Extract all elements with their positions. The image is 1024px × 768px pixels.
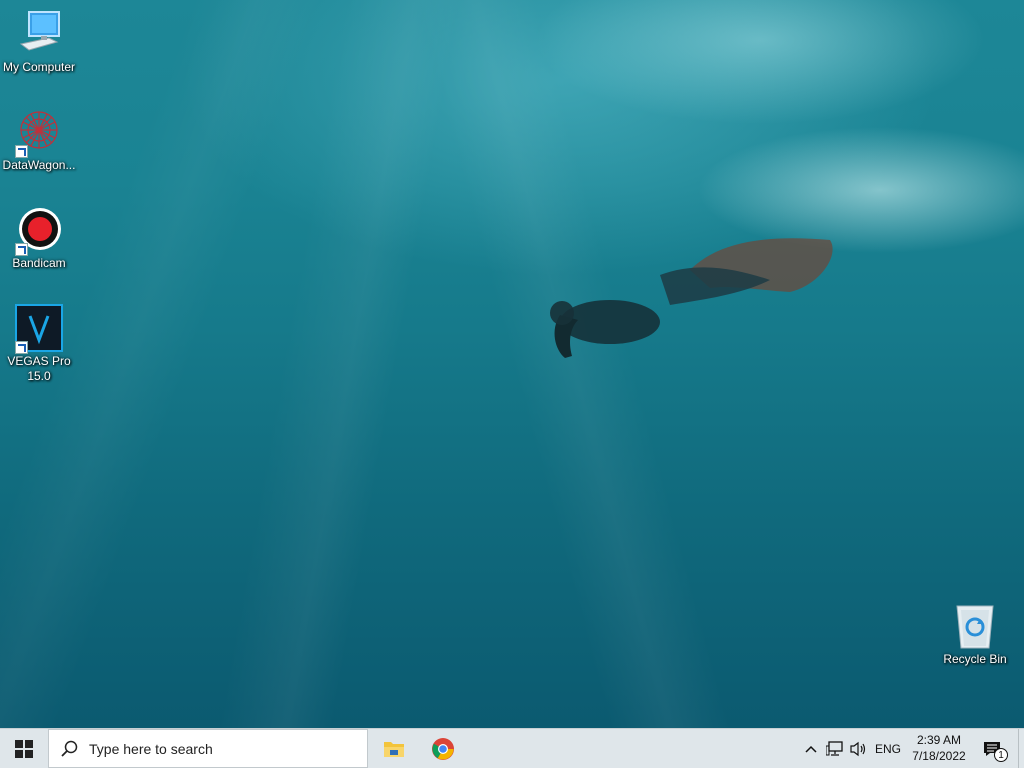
diver-image — [550, 238, 833, 358]
chevron-up-icon — [805, 745, 817, 753]
desktop-icon-my-computer[interactable]: My Computer — [1, 10, 77, 75]
light-rays — [0, 0, 1024, 728]
windows-logo-icon — [15, 739, 33, 758]
taskbar-chrome[interactable] — [419, 729, 467, 768]
show-hidden-icons-button[interactable] — [800, 729, 822, 768]
clock[interactable]: 2:39 AM 7/18/2022 — [906, 732, 972, 764]
show-desktop-button[interactable] — [1018, 729, 1024, 768]
desktop-icon-label: Recycle Bin — [943, 652, 1007, 666]
desktop[interactable]: My Computer DataWagon... Bandicam VEGAS … — [0, 0, 1024, 728]
recycle-bin-icon — [951, 602, 999, 650]
file-explorer-icon — [384, 741, 404, 757]
shortcut-arrow-icon — [15, 341, 28, 354]
desktop-icon-datawagon[interactable]: DataWagon... — [1, 108, 77, 173]
volume-tray-button[interactable] — [848, 729, 870, 768]
bandicam-icon — [15, 206, 63, 256]
action-center-button[interactable]: 1 — [978, 729, 1008, 768]
taskbar: Type here to search ENG 2:39 AM 7/18/202… — [0, 728, 1024, 768]
network-icon — [826, 740, 843, 756]
notification-count-badge: 1 — [994, 747, 1008, 762]
computer-icon — [15, 10, 63, 58]
desktop-icon-recycle-bin[interactable]: Recycle Bin — [937, 602, 1013, 667]
desktop-icon-label: My Computer — [2, 60, 76, 74]
search-placeholder: Type here to search — [89, 740, 213, 757]
notification-icon: 1 — [982, 739, 1008, 762]
language-indicator[interactable]: ENG — [872, 729, 904, 768]
search-icon — [61, 740, 78, 757]
shortcut-arrow-icon — [15, 145, 28, 158]
desktop-icon-label: Bandicam — [12, 256, 66, 270]
network-tray-button[interactable] — [824, 729, 846, 768]
start-button[interactable] — [0, 729, 48, 768]
taskbar-search-box[interactable]: Type here to search — [48, 729, 368, 768]
clock-time: 2:39 AM — [916, 733, 962, 747]
clock-date: 7/18/2022 — [912, 749, 966, 763]
taskbar-file-explorer[interactable] — [370, 729, 418, 768]
desktop-icon-vegas-pro[interactable]: VEGAS Pro 15.0 — [1, 304, 77, 384]
shortcut-arrow-icon — [15, 243, 28, 256]
vegas-pro-icon — [15, 304, 63, 354]
desktop-icon-bandicam[interactable]: Bandicam — [1, 206, 77, 271]
chrome-icon — [432, 737, 454, 760]
desktop-icon-label: DataWagon... — [2, 158, 76, 172]
datawagon-icon — [15, 108, 63, 158]
volume-icon — [850, 741, 866, 756]
desktop-icon-label: VEGAS Pro 15.0 — [7, 354, 71, 383]
language-label: ENG — [874, 741, 901, 756]
